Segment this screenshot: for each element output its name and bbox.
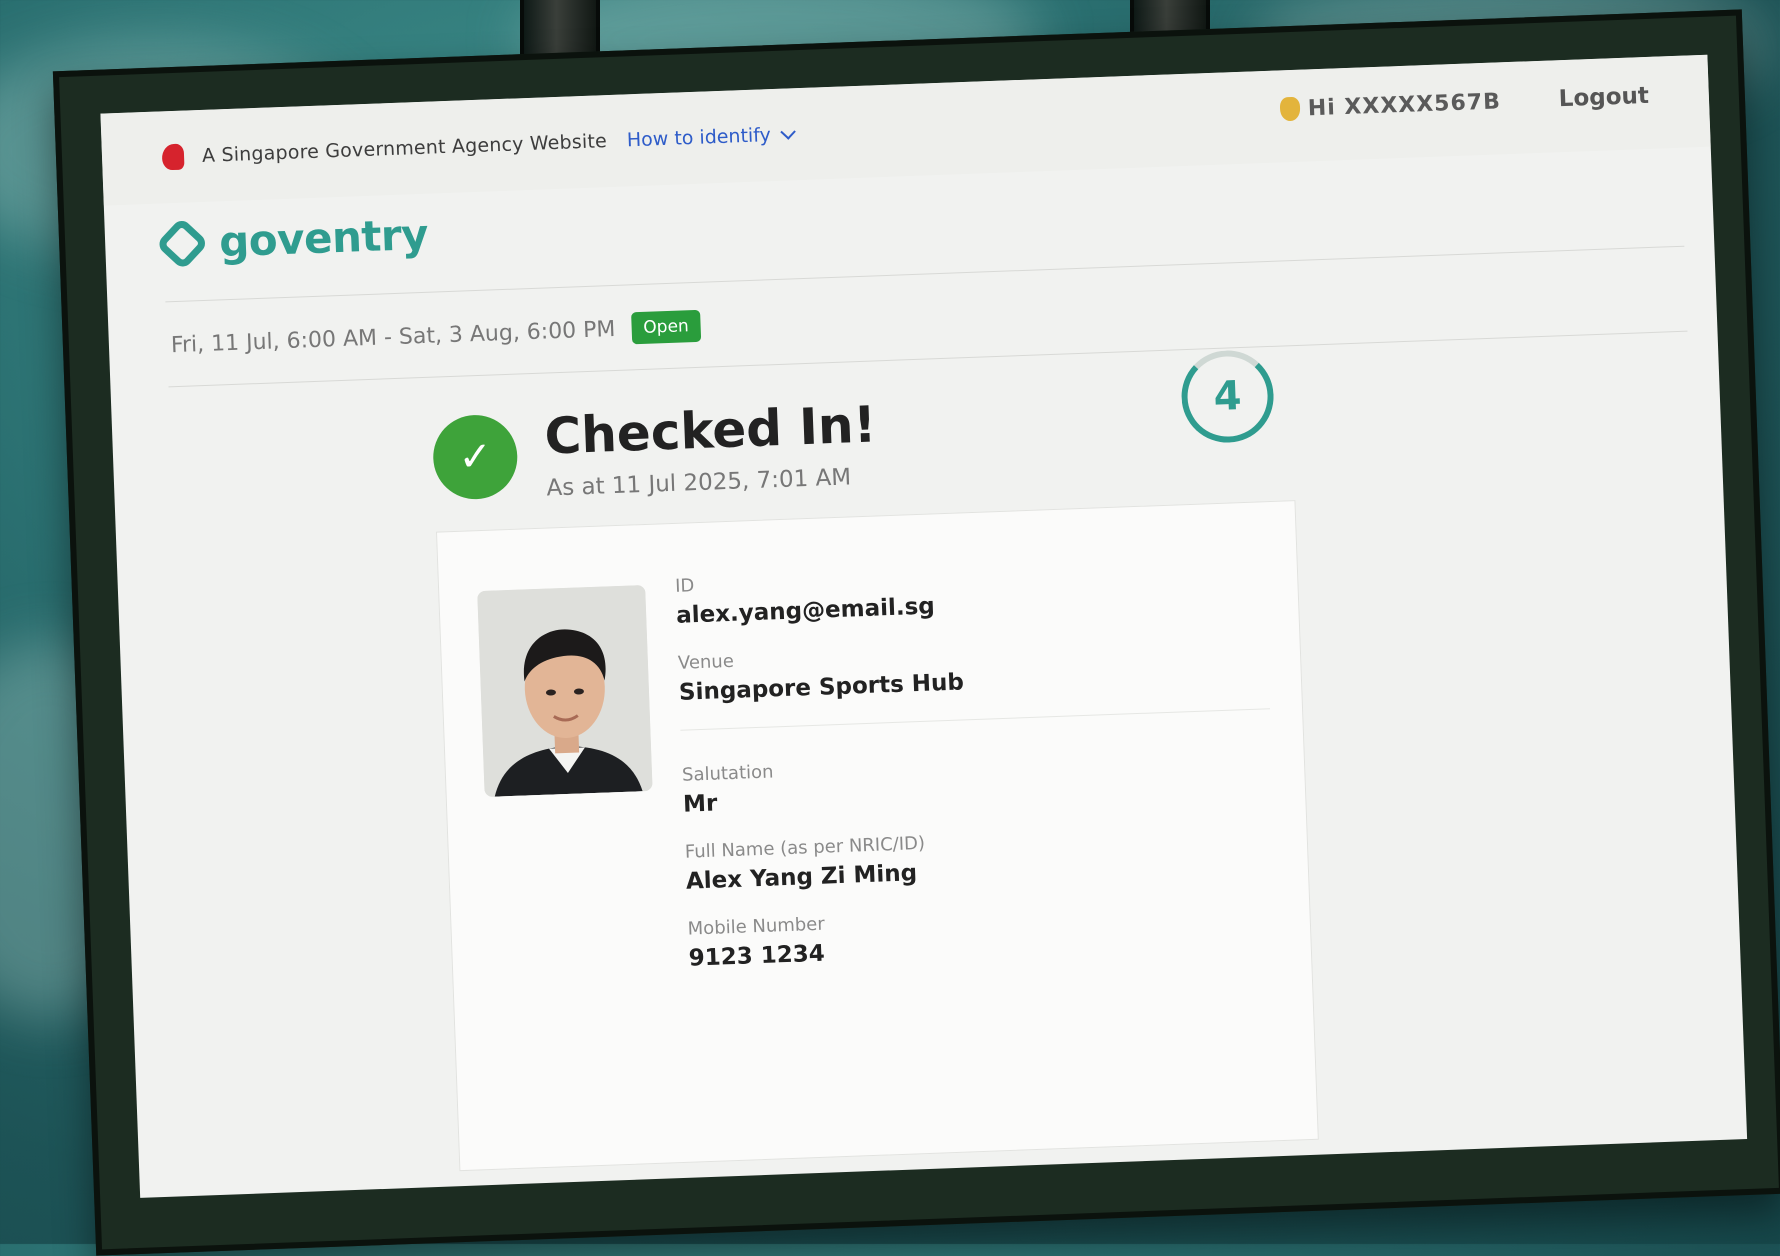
- brand-logo[interactable]: goventry: [155, 209, 429, 271]
- field-mobile: Mobile Number 9123 1234: [687, 897, 1279, 972]
- gov-agency-text: A Singapore Government Agency Website: [201, 130, 608, 167]
- screen: A Singapore Government Agency Website Ho…: [100, 54, 1748, 1198]
- checkmark-icon: ✓: [431, 413, 519, 501]
- checkin-title: Checked In!: [543, 395, 878, 466]
- field-divider: [680, 708, 1271, 731]
- logout-button[interactable]: Logout: [1558, 83, 1649, 112]
- person-portrait-icon: [477, 585, 653, 798]
- visitor-photo: [477, 585, 653, 798]
- chevron-down-icon: [780, 123, 796, 140]
- monitor-frame: A Singapore Government Agency Website Ho…: [52, 9, 1780, 1256]
- event-info: Fri, 11 Jul, 6:00 AM - Sat, 3 Aug, 6:00 …: [170, 309, 702, 361]
- visitor-details-card: ID alex.yang@email.sg Venue Singapore Sp…: [435, 500, 1319, 1172]
- field-id: ID alex.yang@email.sg: [675, 554, 1267, 629]
- checkin-timestamp: As at 11 Jul 2025, 7:01 AM: [545, 464, 852, 502]
- field-salutation: Salutation Mr: [682, 743, 1274, 817]
- brand-name: goventry: [218, 209, 429, 267]
- lion-head-icon: [161, 143, 185, 171]
- goventry-logo-icon: [155, 216, 210, 271]
- countdown-timer: 4: [1179, 348, 1276, 445]
- visitor-fields: ID alex.yang@email.sg Venue Singapore Sp…: [675, 554, 1280, 995]
- waving-hand-icon: [1279, 96, 1301, 122]
- event-dates: Fri, 11 Jul, 6:00 AM - Sat, 3 Aug, 6:00 …: [170, 316, 616, 358]
- countdown-value: 4: [1212, 373, 1243, 421]
- field-venue: Venue Singapore Sports Hub: [678, 631, 1270, 706]
- field-full-name: Full Name (as per NRIC/ID) Alex Yang Zi …: [685, 820, 1277, 895]
- how-to-identify-link[interactable]: How to identify: [626, 123, 796, 152]
- gov-masthead: A Singapore Government Agency Website Ho…: [100, 54, 1711, 206]
- status-badge: Open: [630, 309, 702, 345]
- checkin-header: ✓ Checked In! As at 11 Jul 2025, 7:01 AM: [431, 395, 879, 505]
- how-to-identify-label: How to identify: [626, 124, 772, 152]
